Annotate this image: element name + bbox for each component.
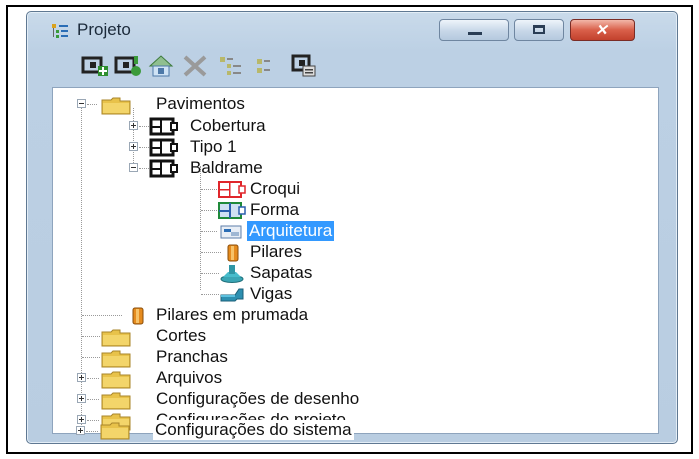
- folder-icon: [101, 97, 131, 115]
- tree-connector: [201, 273, 219, 274]
- tree-label: Sapatas: [250, 263, 313, 282]
- tree-app-icon: [52, 24, 68, 38]
- minimize-icon: [468, 32, 482, 35]
- tree-label: Cobertura: [190, 116, 266, 135]
- tree-item-config-sistema[interactable]: Configurações do sistema: [52, 420, 472, 444]
- floor-plan-icon: [149, 117, 178, 136]
- folder-icon: [101, 371, 131, 389]
- tree-item-pilares-prumada[interactable]: Pilares em prumada: [53, 305, 383, 325]
- tree-label: Baldrame: [190, 158, 263, 177]
- close-icon: ✕: [595, 22, 608, 39]
- tree-label: Pavimentos: [156, 94, 245, 113]
- tree-label: Pranchas: [156, 347, 228, 366]
- tree-item-arquitetura[interactable]: Arquitetura: [53, 221, 393, 241]
- title-bar[interactable]: Projeto ✕: [27, 12, 677, 46]
- tree-item-baldrame[interactable]: Baldrame: [53, 158, 353, 178]
- project-window: Projeto ✕ Pavimentos Cobertura Tipo 1 Ba…: [26, 11, 678, 444]
- tree-connector: [139, 168, 149, 169]
- tree-item-vigas[interactable]: Vigas: [53, 284, 353, 304]
- tree-connector: [139, 147, 149, 148]
- collapse-toggle[interactable]: [77, 99, 86, 108]
- tree-item-pavimentos[interactable]: Pavimentos: [53, 94, 353, 115]
- new-floor-icon[interactable]: [80, 52, 110, 80]
- tree-label: Pilares em prumada: [156, 305, 309, 324]
- tree-item-tipo1[interactable]: Tipo 1: [53, 137, 353, 157]
- export-icon[interactable]: [146, 52, 176, 80]
- collapse-tree-icon[interactable]: [253, 52, 283, 80]
- tree-item-pranchas[interactable]: Pranchas: [53, 347, 353, 368]
- tree-label: Cortes: [156, 326, 207, 345]
- tree-item-sapatas[interactable]: Sapatas: [53, 263, 353, 283]
- expand-toggle[interactable]: [129, 142, 138, 151]
- folder-icon: [101, 329, 131, 347]
- properties-icon[interactable]: [289, 52, 319, 80]
- expand-toggle[interactable]: [77, 415, 86, 424]
- tree-item-cortes[interactable]: Cortes: [53, 326, 353, 347]
- project-tree[interactable]: Pavimentos Cobertura Tipo 1 Baldrame Cro…: [52, 87, 659, 434]
- minimize-button[interactable]: [439, 19, 509, 41]
- floor-plan-icon: [149, 159, 178, 178]
- window-title: Projeto: [77, 20, 131, 39]
- tree-connector: [82, 336, 100, 337]
- tree-label-selected: Arquitetura: [247, 221, 335, 241]
- tree-item-config-desenho[interactable]: Configurações de desenho: [53, 389, 473, 410]
- tree-connector: [201, 294, 219, 295]
- tree-connector: [139, 126, 149, 127]
- tree-label: Configurações do sistema: [153, 420, 354, 440]
- tree-connector: [87, 420, 99, 421]
- tree-label: Arquivos: [156, 368, 223, 387]
- architecture-icon: [220, 225, 242, 239]
- tree-item-pilares[interactable]: Pilares: [53, 242, 353, 262]
- tree-label: Configurações de desenho: [156, 389, 360, 408]
- tree-connector: [87, 104, 97, 105]
- folder-icon: [100, 422, 130, 440]
- tree-item-croqui[interactable]: Croqui: [53, 179, 353, 199]
- footing-icon: [220, 265, 244, 283]
- folder-icon: [101, 350, 131, 368]
- tree-connector: [201, 231, 217, 232]
- sketch-icon: [218, 181, 246, 198]
- tree-connector: [86, 431, 98, 432]
- folder-icon: [101, 392, 131, 410]
- column-icon: [132, 307, 144, 325]
- tree-connector: [82, 357, 100, 358]
- delete-icon[interactable]: [180, 52, 210, 80]
- beam-icon: [220, 288, 244, 302]
- tree-item-forma[interactable]: Forma: [53, 200, 353, 220]
- maximize-button[interactable]: [514, 19, 564, 41]
- tree-connector: [201, 210, 217, 211]
- expand-toggle[interactable]: [77, 394, 86, 403]
- floor-plan-icon: [149, 138, 178, 157]
- edit-floor-icon[interactable]: [113, 52, 143, 80]
- collapse-toggle[interactable]: [129, 163, 138, 172]
- column-icon: [227, 244, 239, 262]
- expand-toggle[interactable]: [76, 426, 85, 435]
- tree-item-arquivos[interactable]: Arquivos: [53, 368, 353, 389]
- toolbar: [27, 52, 677, 84]
- close-button[interactable]: ✕: [570, 19, 635, 41]
- tree-label: Vigas: [250, 284, 293, 303]
- expand-tree-icon[interactable]: [217, 52, 247, 80]
- tree-label: Forma: [250, 200, 300, 219]
- tree-item-cobertura[interactable]: Cobertura: [53, 116, 353, 136]
- tree-connector: [87, 399, 99, 400]
- tree-label: Tipo 1: [190, 137, 237, 156]
- tree-connector: [82, 315, 122, 316]
- formwork-icon: [218, 202, 246, 219]
- tree-connector: [87, 378, 99, 379]
- tree-connector: [201, 189, 217, 190]
- tree-connector: [201, 252, 221, 253]
- expand-toggle[interactable]: [77, 373, 86, 382]
- tree-label: Pilares: [250, 242, 302, 261]
- expand-toggle[interactable]: [129, 121, 138, 130]
- maximize-icon: [533, 25, 545, 34]
- tree-label: Croqui: [250, 179, 301, 198]
